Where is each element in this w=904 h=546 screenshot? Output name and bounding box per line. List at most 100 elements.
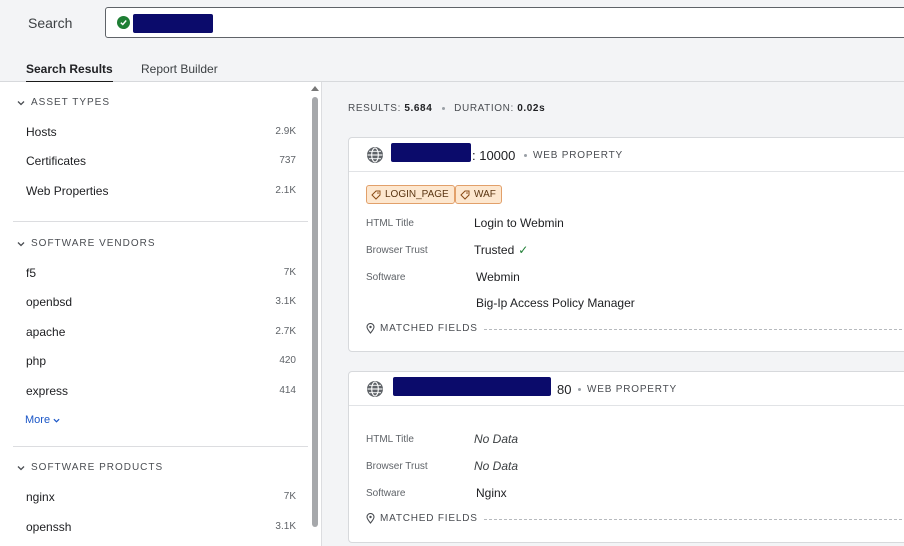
sidebar-scrollbar[interactable] xyxy=(312,97,318,527)
filter-count: 420 xyxy=(279,355,296,366)
redacted-host xyxy=(391,143,471,162)
section-software-products[interactable]: SOFTWARE PRODUCTS xyxy=(17,462,163,473)
matched-fields-toggle[interactable]: MATCHED FIELDS xyxy=(366,323,478,334)
html-title-label: HTML Title xyxy=(366,218,414,229)
filter-label: apache xyxy=(26,325,66,339)
check-icon: ✓ xyxy=(518,243,529,257)
tag-icon xyxy=(371,190,381,200)
result-card[interactable]: : 10000 WEB PROPERTY LOGIN_PAGE WAF HTML… xyxy=(348,137,904,352)
results-label: RESULTS: xyxy=(348,103,401,114)
filter-item-web-properties[interactable]: Web Properties 2.1K xyxy=(26,184,296,198)
filter-label: nginx xyxy=(26,490,55,504)
result-card-header: 80 WEB PROPERTY xyxy=(349,372,904,406)
filter-label: php xyxy=(26,354,47,368)
tag-login-page[interactable]: LOGIN_PAGE xyxy=(366,185,455,204)
matched-fields-label: MATCHED FIELDS xyxy=(380,323,478,334)
filter-item-hosts[interactable]: Hosts 2.9K xyxy=(26,125,296,139)
chevron-down-icon xyxy=(17,465,25,470)
filter-item-nginx[interactable]: nginx 7K xyxy=(26,490,296,504)
divider xyxy=(13,221,308,222)
asset-type: WEB PROPERTY xyxy=(587,384,677,395)
section-title: SOFTWARE VENDORS xyxy=(31,238,156,249)
html-title-label: HTML Title xyxy=(366,434,414,445)
software-value: Nginx xyxy=(476,486,507,500)
separator-dot xyxy=(524,153,527,157)
filter-count: 2.1K xyxy=(275,185,296,196)
scroll-up-arrow[interactable] xyxy=(311,86,319,91)
dashed-divider xyxy=(484,329,904,330)
filter-label: openssh xyxy=(26,520,72,534)
html-title-value: No Data xyxy=(474,432,519,446)
matched-fields-toggle[interactable]: MATCHED FIELDS xyxy=(366,513,478,524)
search-input[interactable] xyxy=(105,7,904,38)
section-asset-types[interactable]: ASSET TYPES xyxy=(17,97,110,108)
dashed-divider xyxy=(484,519,904,520)
more-label: More xyxy=(25,414,51,426)
browser-trust-label: Browser Trust xyxy=(366,245,428,256)
filter-item-express[interactable]: express 414 xyxy=(26,384,296,398)
software-value: Big-Ip Access Policy Manager xyxy=(476,296,635,310)
filter-count: 7K xyxy=(283,491,296,502)
tag-icon xyxy=(460,190,470,200)
chevron-down-icon xyxy=(17,241,25,246)
filter-count: 737 xyxy=(279,155,296,166)
browser-trust-text: Trusted xyxy=(474,243,515,257)
host-port[interactable]: : 10000 xyxy=(472,148,515,163)
redacted-query xyxy=(133,14,213,33)
filter-count: 3.1K xyxy=(275,296,296,307)
html-title-value: Login to Webmin xyxy=(474,216,564,230)
globe-icon xyxy=(367,147,383,163)
check-circle-icon xyxy=(117,16,130,29)
separator-dot xyxy=(441,106,445,110)
results-count: 5.684 xyxy=(404,103,433,114)
filter-item-apache[interactable]: apache 2.7K xyxy=(26,325,296,339)
filter-item-certificates[interactable]: Certificates 737 xyxy=(26,154,296,168)
filter-item-php[interactable]: php 420 xyxy=(26,354,296,368)
tag-label: WAF xyxy=(474,189,496,200)
filter-label: Hosts xyxy=(26,125,57,139)
more-vendors-link[interactable]: More xyxy=(25,414,60,426)
tab-search-results[interactable]: Search Results xyxy=(26,62,113,83)
section-title: SOFTWARE PRODUCTS xyxy=(31,462,164,473)
globe-icon xyxy=(367,381,383,397)
browser-trust-label: Browser Trust xyxy=(366,461,428,472)
asset-type-label: WEB PROPERTY xyxy=(524,150,623,161)
chevron-down-icon xyxy=(53,418,60,423)
software-label: Software xyxy=(366,272,406,283)
asset-type-label: WEB PROPERTY xyxy=(578,384,677,395)
filter-item-openbsd[interactable]: openbsd 3.1K xyxy=(26,295,296,309)
filter-label: openbsd xyxy=(26,295,73,309)
matched-fields-label: MATCHED FIELDS xyxy=(380,513,478,524)
result-card-header: : 10000 WEB PROPERTY xyxy=(349,138,904,172)
duration-value: 0.02s xyxy=(517,103,546,114)
results-summary: RESULTS: 5.684 DURATION: 0.02s xyxy=(348,103,545,114)
browser-trust-value: Trusted ✓ xyxy=(474,243,528,257)
location-pin-icon xyxy=(366,323,375,334)
divider xyxy=(13,446,308,447)
tag-label: LOGIN_PAGE xyxy=(385,189,449,200)
filter-item-f5[interactable]: f5 7K xyxy=(26,266,296,280)
filter-count: 3.1K xyxy=(275,521,296,532)
tag-waf[interactable]: WAF xyxy=(455,185,502,204)
filter-count: 414 xyxy=(279,385,296,396)
section-software-vendors[interactable]: SOFTWARE VENDORS xyxy=(17,238,156,249)
results-panel: RESULTS: 5.684 DURATION: 0.02s : 10000 W… xyxy=(323,82,904,546)
filter-count: 7K xyxy=(283,267,296,278)
asset-type: WEB PROPERTY xyxy=(533,150,623,161)
result-card[interactable]: 80 WEB PROPERTY HTML Title No Data Brows… xyxy=(348,371,904,543)
duration-label: DURATION: xyxy=(454,103,514,114)
redacted-host xyxy=(393,377,551,396)
filter-label: Web Properties xyxy=(26,184,109,198)
filter-item-openssh[interactable]: openssh 3.1K xyxy=(26,520,296,534)
filter-label: Certificates xyxy=(26,154,87,168)
browser-trust-value: No Data xyxy=(474,459,519,473)
location-pin-icon xyxy=(366,513,375,524)
tab-report-builder[interactable]: Report Builder xyxy=(141,62,218,76)
filter-label: f5 xyxy=(26,266,37,280)
software-value: Webmin xyxy=(476,270,520,284)
host-port[interactable]: 80 xyxy=(557,382,571,397)
search-label: Search xyxy=(28,15,73,31)
section-title: ASSET TYPES xyxy=(31,97,110,108)
filter-count: 2.7K xyxy=(275,326,296,337)
filter-label: express xyxy=(26,384,69,398)
